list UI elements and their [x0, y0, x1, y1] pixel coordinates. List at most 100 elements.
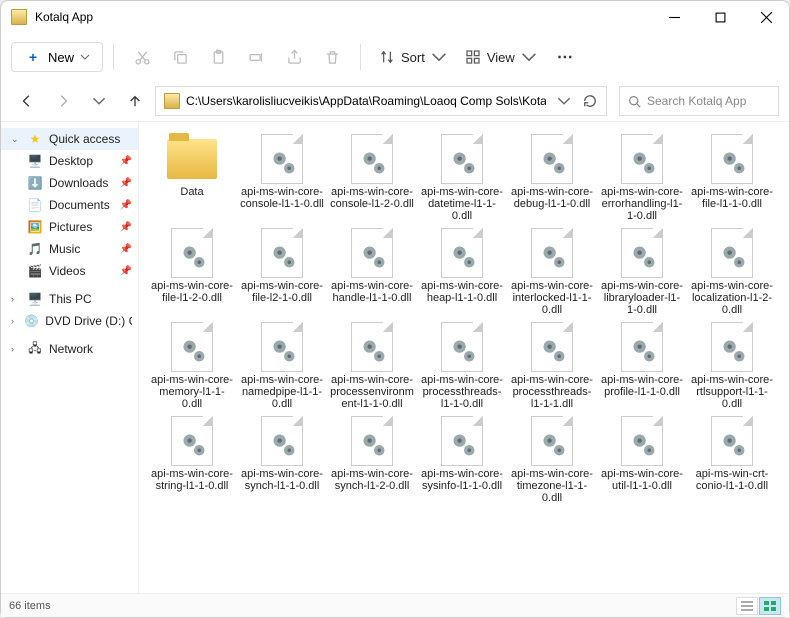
dll-icon	[171, 228, 213, 278]
documents-icon: 📄	[27, 197, 43, 213]
sort-label: Sort	[401, 50, 425, 65]
file-item[interactable]: api-ms-win-core-debug-l1-1-0.dll	[509, 130, 595, 224]
sidebar-item-documents[interactable]: 📄Documents📌	[1, 194, 138, 216]
dll-icon	[711, 134, 753, 184]
file-item[interactable]: api-ms-win-core-profile-l1-1-0.dll	[599, 318, 685, 412]
item-count: 66 items	[9, 600, 51, 612]
sidebar-item-pictures[interactable]: 🖼️Pictures📌	[1, 216, 138, 238]
minimize-button[interactable]	[651, 1, 697, 33]
file-label: api-ms-win-core-string-l1-1-0.dll	[150, 468, 234, 504]
file-item[interactable]: api-ms-win-core-console-l1-1-0.dll	[239, 130, 325, 224]
file-label: api-ms-win-core-console-l1-1-0.dll	[240, 186, 324, 222]
dll-icon	[441, 416, 483, 466]
file-item[interactable]: api-ms-win-core-file-l1-2-0.dll	[149, 224, 235, 318]
file-label: api-ms-win-core-processenvironment-l1-1-…	[330, 374, 414, 410]
dll-icon	[171, 416, 213, 466]
dll-icon	[261, 228, 303, 278]
sidebar-item-videos[interactable]: 🎬Videos📌	[1, 260, 138, 282]
dll-icon	[531, 134, 573, 184]
address-bar[interactable]	[155, 86, 607, 116]
star-icon: ★	[27, 131, 43, 147]
file-pane[interactable]: Dataapi-ms-win-core-console-l1-1-0.dllap…	[139, 122, 789, 593]
file-item[interactable]: api-ms-win-core-heap-l1-1-0.dll	[419, 224, 505, 318]
delete-button[interactable]	[314, 39, 350, 75]
file-item[interactable]: api-ms-win-core-synch-l1-2-0.dll	[329, 412, 415, 506]
file-label: api-ms-win-core-handle-l1-1-0.dll	[330, 280, 414, 316]
file-item[interactable]: api-ms-win-core-handle-l1-1-0.dll	[329, 224, 415, 318]
pin-icon: 📌	[120, 156, 132, 167]
file-label: Data	[180, 186, 203, 222]
copy-button[interactable]	[162, 39, 198, 75]
file-label: api-ms-win-crt-conio-l1-1-0.dll	[690, 468, 774, 504]
file-item[interactable]: api-ms-win-core-util-l1-1-0.dll	[599, 412, 685, 506]
file-item[interactable]: api-ms-win-core-rtlsupport-l1-1-0.dll	[689, 318, 775, 412]
file-item[interactable]: api-ms-win-core-file-l1-1-0.dll	[689, 130, 775, 224]
dll-icon	[531, 322, 573, 372]
file-item[interactable]: api-ms-win-core-interlocked-l1-1-0.dll	[509, 224, 595, 318]
dll-icon	[621, 228, 663, 278]
dll-icon	[351, 134, 393, 184]
disc-icon: 💿	[24, 313, 39, 329]
rename-button[interactable]	[238, 39, 274, 75]
chevron-down-icon	[521, 49, 537, 65]
view-button[interactable]: View	[457, 44, 545, 70]
icons-view-button[interactable]	[759, 597, 781, 615]
file-item[interactable]: api-ms-win-core-string-l1-1-0.dll	[149, 412, 235, 506]
sidebar-item-desktop[interactable]: 🖥️Desktop📌	[1, 150, 138, 172]
file-item[interactable]: api-ms-win-core-libraryloader-l1-1-0.dll	[599, 224, 685, 318]
forward-button[interactable]	[47, 85, 79, 117]
file-item[interactable]: api-ms-win-core-namedpipe-l1-1-0.dll	[239, 318, 325, 412]
dll-icon	[171, 322, 213, 372]
dll-icon	[441, 134, 483, 184]
file-item[interactable]: api-ms-win-core-console-l1-2-0.dll	[329, 130, 415, 224]
cut-button[interactable]	[124, 39, 160, 75]
close-button[interactable]	[743, 1, 789, 33]
file-item[interactable]: api-ms-win-core-memory-l1-1-0.dll	[149, 318, 235, 412]
chevron-down-icon[interactable]	[552, 89, 576, 113]
file-item[interactable]: api-ms-win-core-synch-l1-1-0.dll	[239, 412, 325, 506]
file-label: api-ms-win-core-errorhandling-l1-1-0.dll	[600, 186, 684, 222]
pin-icon: 📌	[120, 178, 132, 189]
search-placeholder: Search Kotalq App	[647, 94, 746, 108]
folder-item[interactable]: Data	[149, 130, 235, 224]
sidebar-dvd[interactable]: ›💿DVD Drive (D:) CCCC	[1, 310, 138, 332]
dll-icon	[621, 134, 663, 184]
file-item[interactable]: api-ms-win-core-sysinfo-l1-1-0.dll	[419, 412, 505, 506]
dll-icon	[261, 322, 303, 372]
file-label: api-ms-win-core-synch-l1-1-0.dll	[240, 468, 324, 504]
new-button[interactable]: + New	[11, 42, 103, 72]
paste-button[interactable]	[200, 39, 236, 75]
more-button[interactable]: ⋯	[547, 39, 583, 75]
file-item[interactable]: api-ms-win-core-processthreads-l1-1-0.dl…	[419, 318, 505, 412]
sidebar-item-downloads[interactable]: ⬇️Downloads📌	[1, 172, 138, 194]
up-button[interactable]	[119, 85, 151, 117]
file-item[interactable]: api-ms-win-core-localization-l1-2-0.dll	[689, 224, 775, 318]
dll-icon	[531, 228, 573, 278]
dll-icon	[531, 416, 573, 466]
file-item[interactable]: api-ms-win-crt-conio-l1-1-0.dll	[689, 412, 775, 506]
sort-button[interactable]: Sort	[371, 44, 455, 70]
back-button[interactable]	[11, 85, 43, 117]
address-input[interactable]	[186, 94, 546, 108]
sidebar-item-music[interactable]: 🎵Music📌	[1, 238, 138, 260]
nav-row: Search Kotalq App	[1, 81, 789, 121]
search-box[interactable]: Search Kotalq App	[619, 86, 779, 116]
file-item[interactable]: api-ms-win-core-errorhandling-l1-1-0.dll	[599, 130, 685, 224]
file-item[interactable]: api-ms-win-core-datetime-l1-1-0.dll	[419, 130, 505, 224]
maximize-button[interactable]	[697, 1, 743, 33]
details-view-button[interactable]	[736, 597, 758, 615]
sort-icon	[379, 49, 395, 65]
file-item[interactable]: api-ms-win-core-timezone-l1-1-0.dll	[509, 412, 595, 506]
sidebar-this-pc[interactable]: ›🖥️This PC	[1, 288, 138, 310]
file-label: api-ms-win-core-file-l1-1-0.dll	[690, 186, 774, 222]
file-item[interactable]: api-ms-win-core-processenvironment-l1-1-…	[329, 318, 415, 412]
recent-button[interactable]	[83, 85, 115, 117]
titlebar: Kotalq App	[1, 1, 789, 33]
file-item[interactable]: api-ms-win-core-processthreads-l1-1-1.dl…	[509, 318, 595, 412]
pc-icon: 🖥️	[27, 291, 43, 307]
sidebar-network[interactable]: ›🖧Network	[1, 338, 138, 360]
file-item[interactable]: api-ms-win-core-file-l2-1-0.dll	[239, 224, 325, 318]
share-button[interactable]	[276, 39, 312, 75]
refresh-button[interactable]	[578, 89, 602, 113]
sidebar-quick-access[interactable]: ⌄★Quick access	[1, 128, 138, 150]
